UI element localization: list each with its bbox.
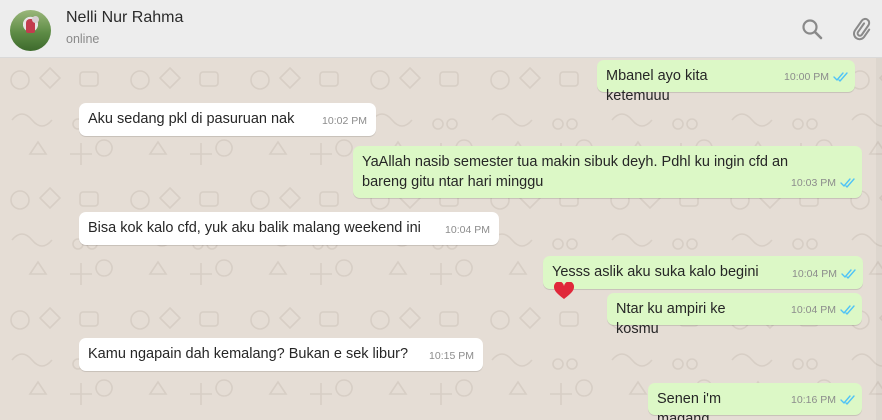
scrollbar[interactable] (876, 58, 882, 420)
message-time: 10:15 PM (429, 346, 474, 366)
message-timestamp: 10:16 PM (791, 394, 836, 406)
message-time: 10:04 PM (792, 264, 857, 284)
message-text: Bisa kok kalo cfd, yuk aku balik malang … (88, 220, 421, 236)
attach-icon[interactable] (848, 16, 874, 42)
read-receipt-icon (840, 395, 855, 405)
incoming-message[interactable]: Kamu ngapain dah kemalang? Bukan e sek l… (79, 338, 483, 371)
message-timestamp: 10:04 PM (792, 268, 837, 280)
message-timestamp: 10:15 PM (429, 350, 474, 362)
message-time: 10:04 PM (445, 220, 490, 240)
message-timestamp: 10:04 PM (445, 224, 490, 236)
message-timestamp: 10:03 PM (791, 177, 836, 189)
contact-status: online (66, 32, 100, 46)
contact-name[interactable]: Nelli Nur Rahma (66, 9, 183, 27)
incoming-message[interactable]: Bisa kok kalo cfd, yuk aku balik malang … (79, 212, 499, 245)
message-time: 10:16 PM (791, 390, 856, 410)
read-receipt-icon (840, 178, 855, 188)
chat-area[interactable]: Mbanel ayo kita ketemuuu 10:00 PM Aku seda… (0, 58, 882, 420)
outgoing-message[interactable]: YaAllah nasib semester tua makin sibuk d… (353, 146, 862, 198)
message-text: Kamu ngapain dah kemalang? Bukan e sek l… (88, 346, 409, 362)
search-icon[interactable] (799, 16, 825, 42)
message-time: 10:03 PM (791, 173, 856, 193)
outgoing-message[interactable]: Senen i'm magang 10:16 PM (648, 383, 862, 420)
read-receipt-icon (833, 72, 848, 82)
chat-header: Nelli Nur Rahma online (0, 0, 882, 58)
message-time: 10:04 PM (791, 300, 856, 320)
outgoing-message[interactable]: Ntar ku ampiri ke kosmu 10:04 PM (607, 293, 862, 337)
message-timestamp: 10:00 PM (784, 71, 829, 83)
message-time: 10:00 PM (784, 67, 849, 87)
message-timestamp: 10:02 PM (322, 115, 367, 127)
message-text: YaAllah nasib semester tua makin sibuk d… (362, 154, 789, 190)
heart-icon (554, 282, 574, 299)
outgoing-message[interactable]: Mbanel ayo kita ketemuuu 10:00 PM (597, 60, 855, 104)
incoming-message[interactable]: Aku sedang pkl di pasuruan nak 10:02 PM (79, 103, 376, 136)
outgoing-message[interactable]: Yesss aslik aku suka kalo begini 10:04 PM (543, 256, 863, 299)
read-receipt-icon (841, 269, 856, 279)
message-time: 10:02 PM (322, 111, 367, 131)
avatar[interactable] (10, 10, 51, 51)
read-receipt-icon (840, 305, 855, 315)
message-timestamp: 10:04 PM (791, 304, 836, 316)
